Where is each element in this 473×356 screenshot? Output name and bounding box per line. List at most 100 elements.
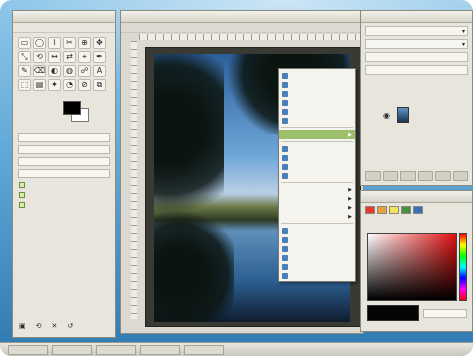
taskbar xyxy=(0,342,473,356)
eraser-tool-icon[interactable]: ⌫ xyxy=(33,65,46,77)
menu-item[interactable]: ▶ xyxy=(279,203,355,212)
shear-tool-icon[interactable]: ↔ xyxy=(48,51,61,63)
rotate-tool-icon[interactable]: ⟲ xyxy=(33,51,46,63)
airbrush-tool-icon[interactable]: ✦ xyxy=(48,79,61,91)
blend-tool-icon[interactable]: ◐ xyxy=(48,65,61,77)
hue-slider[interactable] xyxy=(459,233,467,301)
option-checkbox-2[interactable] xyxy=(19,192,109,198)
taskbar-button[interactable] xyxy=(52,344,92,355)
color-picker-area[interactable] xyxy=(367,233,457,301)
tool-grid: ▭ ◯ ⌇ ✂ ⊕ ✥ ⤡ ⟲ ↔ ⇄ ⌖ ✒ ✎ ⌫ ◐ ◍ ☍ A ⬚ ▤ … xyxy=(13,33,115,95)
lower-layer-button[interactable] xyxy=(400,171,416,181)
menu-item-icon xyxy=(282,117,288,124)
palette-swatch[interactable] xyxy=(401,206,411,214)
checkbox-icon[interactable] xyxy=(19,202,25,208)
fuzzy-select-tool-icon[interactable]: ⊕ xyxy=(78,37,91,49)
ellipse-select-tool-icon[interactable]: ◯ xyxy=(33,37,46,49)
menu-item[interactable] xyxy=(279,116,355,125)
tool-option-brush[interactable] xyxy=(18,157,110,166)
chevron-down-icon: ▾ xyxy=(461,40,465,48)
eye-icon[interactable]: ◉ xyxy=(383,111,390,120)
menu-item[interactable]: ▶ xyxy=(279,212,355,221)
bucket-fill-tool-icon[interactable]: ◍ xyxy=(63,65,76,77)
pencil-tool-icon[interactable]: ✎ xyxy=(18,65,31,77)
menu-item[interactable] xyxy=(279,226,355,235)
option-checkbox-3[interactable] xyxy=(19,202,109,208)
palette-swatch[interactable] xyxy=(365,206,375,214)
layer-opacity[interactable] xyxy=(365,52,468,62)
palette-swatch[interactable] xyxy=(389,206,399,214)
reset-options-icon[interactable]: ↺ xyxy=(67,322,73,330)
checkbox-icon[interactable] xyxy=(19,192,25,198)
image-titlebar[interactable] xyxy=(121,11,363,23)
taskbar-button[interactable] xyxy=(8,344,48,355)
taskbar-button[interactable] xyxy=(184,344,224,355)
restore-options-icon[interactable]: ⟲ xyxy=(36,322,42,330)
free-select-tool-icon[interactable]: ⌇ xyxy=(48,37,61,49)
menu-item-icon xyxy=(282,90,288,97)
menu-item[interactable] xyxy=(279,244,355,253)
flip-tool-icon[interactable]: ⇄ xyxy=(63,51,76,63)
vertical-ruler[interactable] xyxy=(131,41,137,319)
scissors-tool-icon[interactable]: ✂ xyxy=(63,37,76,49)
palette-swatch[interactable] xyxy=(377,206,387,214)
crop-tool-icon[interactable]: ⬚ xyxy=(18,79,31,91)
color-picker-tool-icon[interactable]: ⧉ xyxy=(93,79,106,91)
move-tool-icon[interactable]: ✥ xyxy=(93,37,106,49)
desktop: ▭ ◯ ⌇ ✂ ⊕ ✥ ⤡ ⟲ ↔ ⇄ ⌖ ✒ ✎ ⌫ ◐ ◍ ☍ A ⬚ ▤ … xyxy=(0,0,473,356)
image-selector[interactable]: ▾ xyxy=(365,26,468,36)
layers-titlebar[interactable] xyxy=(361,11,472,23)
text-tool-icon[interactable]: A xyxy=(93,65,106,77)
palette-swatch[interactable] xyxy=(413,206,423,214)
foreground-color-swatch[interactable] xyxy=(63,101,81,115)
menu-item[interactable]: ▶ xyxy=(279,185,355,194)
menu-item[interactable]: ▶ xyxy=(279,194,355,203)
option-checkbox-1[interactable] xyxy=(19,182,109,188)
menu-item[interactable] xyxy=(279,262,355,271)
ink-tool-icon[interactable]: ✒ xyxy=(93,51,106,63)
checkbox-icon[interactable] xyxy=(19,182,25,188)
menu-item[interactable] xyxy=(279,171,355,180)
delete-layer-button[interactable] xyxy=(452,171,468,181)
menu-item[interactable] xyxy=(279,253,355,262)
menu-item[interactable] xyxy=(279,153,355,162)
clone-tool-icon[interactable]: ☍ xyxy=(78,65,91,77)
menu-item[interactable] xyxy=(279,71,355,80)
anchor-layer-button[interactable] xyxy=(435,171,451,181)
rect-select-tool-icon[interactable]: ▭ xyxy=(18,37,31,49)
tool-option-scale[interactable] xyxy=(18,169,110,178)
fg-bg-colors[interactable] xyxy=(19,99,109,129)
save-options-icon[interactable]: ▣ xyxy=(19,322,26,330)
layer-mode-select[interactable]: ▾ xyxy=(365,39,468,49)
duplicate-layer-button[interactable] xyxy=(417,171,433,181)
new-layer-button[interactable] xyxy=(365,171,381,181)
menu-item[interactable] xyxy=(279,271,355,280)
scale-tool-icon[interactable]: ⤡ xyxy=(18,51,31,63)
taskbar-button[interactable] xyxy=(140,344,180,355)
horizontal-ruler[interactable] xyxy=(139,34,361,40)
dodge-burn-tool-icon[interactable]: ◔ xyxy=(63,79,76,91)
menu-item[interactable] xyxy=(279,107,355,116)
layer-lock-row[interactable] xyxy=(365,65,468,75)
menu-item[interactable] xyxy=(279,89,355,98)
menu-item[interactable] xyxy=(279,235,355,244)
taskbar-button[interactable] xyxy=(96,344,136,355)
submenu-arrow-icon: ▶ xyxy=(348,204,352,211)
tool-option-opacity[interactable] xyxy=(18,145,110,154)
raise-layer-button[interactable] xyxy=(382,171,398,181)
menu-item-highlighted[interactable]: ▶ xyxy=(279,130,355,139)
menu-item[interactable] xyxy=(279,162,355,171)
tool-option-mode[interactable] xyxy=(18,133,110,142)
layer-thumbnail[interactable] xyxy=(397,107,409,123)
smudge-tool-icon[interactable]: ⊘ xyxy=(78,79,91,91)
menu-item[interactable] xyxy=(279,80,355,89)
measure-tool-icon[interactable]: ⌖ xyxy=(78,51,91,63)
menu-item-icon xyxy=(282,81,288,88)
menu-item[interactable] xyxy=(279,98,355,107)
menu-item[interactable] xyxy=(279,144,355,153)
hex-color-field[interactable] xyxy=(423,309,467,318)
colors-titlebar[interactable] xyxy=(361,191,472,203)
toolbox-titlebar[interactable] xyxy=(13,11,115,23)
paths-tool-icon[interactable]: ▤ xyxy=(33,79,46,91)
delete-options-icon[interactable]: ✕ xyxy=(52,322,58,330)
